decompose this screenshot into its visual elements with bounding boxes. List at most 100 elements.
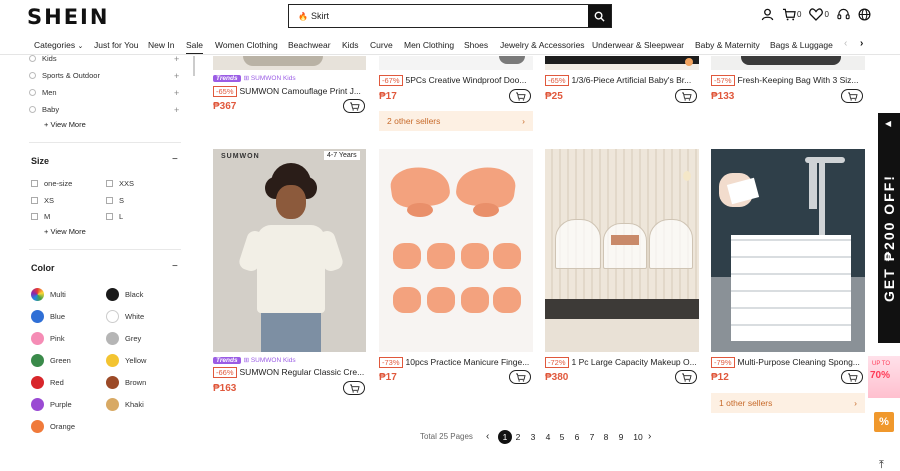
product-image[interactable]: [545, 56, 699, 70]
product-title-row[interactable]: -65% 1/3/6-Piece Artificial Baby's Br...: [545, 75, 699, 86]
size-option[interactable]: M: [31, 212, 50, 221]
nav-item[interactable]: New In: [148, 40, 174, 50]
product-image[interactable]: [213, 56, 366, 70]
collapse-arrow-icon[interactable]: ◀: [885, 119, 891, 128]
color-option[interactable]: Blue: [31, 310, 65, 323]
support-button[interactable]: [837, 8, 850, 21]
sidebar-category[interactable]: Men: [29, 88, 57, 97]
category-view-more[interactable]: + View More: [44, 120, 86, 129]
collapse-icon[interactable]: −: [172, 154, 178, 165]
nav-item[interactable]: Jewelry & Accessories: [500, 40, 585, 50]
expand-icon[interactable]: +: [174, 105, 179, 115]
sidebar-category[interactable]: Kids: [29, 54, 57, 63]
logo[interactable]: SHEIN: [27, 5, 109, 29]
page-1[interactable]: 1: [498, 430, 512, 444]
size-title[interactable]: Size: [31, 156, 49, 166]
add-to-cart-button[interactable]: [343, 381, 365, 395]
sidebar-category[interactable]: Baby: [29, 105, 59, 114]
page-7[interactable]: 7: [586, 432, 598, 442]
prev-page-icon[interactable]: ‹: [486, 431, 489, 442]
size-option[interactable]: XS: [31, 196, 54, 205]
promo-banner[interactable]: ◀ GET ₱200 OFF!: [878, 113, 900, 343]
product-title-row[interactable]: -57% Fresh-Keeping Bag With 3 Siz...: [711, 75, 865, 86]
product-title-row[interactable]: -65% SUMWON Camouflage Print J...: [213, 86, 366, 97]
product-image[interactable]: [545, 149, 699, 352]
product-image[interactable]: [379, 56, 533, 70]
page-5[interactable]: 5: [556, 432, 568, 442]
add-to-cart-button[interactable]: [343, 99, 365, 113]
size-option[interactable]: XXS: [106, 179, 134, 188]
size-option[interactable]: L: [106, 212, 123, 221]
nav-item-sale[interactable]: Sale: [186, 40, 204, 54]
color-option[interactable]: White: [106, 310, 144, 323]
expand-icon[interactable]: +: [174, 71, 179, 81]
page-9[interactable]: 9: [615, 432, 627, 442]
add-to-cart-button[interactable]: [675, 89, 697, 103]
nav-prev-icon[interactable]: ‹: [844, 38, 847, 49]
color-option[interactable]: Purple: [31, 398, 72, 411]
color-option[interactable]: Black: [106, 288, 143, 301]
collapse-icon[interactable]: −: [172, 261, 178, 272]
add-to-cart-button[interactable]: [841, 370, 863, 384]
nav-item[interactable]: Shoes: [464, 40, 488, 50]
size-option[interactable]: one-size: [31, 179, 72, 188]
add-to-cart-button[interactable]: [841, 89, 863, 103]
color-option[interactable]: Pink: [31, 332, 65, 345]
nav-categories[interactable]: Categories ⌄: [34, 40, 83, 50]
page-2[interactable]: 2: [512, 432, 524, 442]
add-to-cart-button[interactable]: [509, 370, 531, 384]
page-8[interactable]: 8: [600, 432, 612, 442]
floating-ad[interactable]: UP TO 70%: [868, 356, 900, 398]
nav-item[interactable]: Just for You: [94, 40, 138, 50]
color-option[interactable]: Brown: [106, 376, 146, 389]
product-title-row[interactable]: -79% Multi-Purpose Cleaning Spong...: [711, 357, 865, 368]
search-button[interactable]: [588, 5, 611, 27]
color-option[interactable]: Yellow: [106, 354, 146, 367]
search-input[interactable]: 🔥 Skirt: [289, 5, 588, 27]
back-to-top-icon[interactable]: ⤒: [879, 459, 884, 471]
product-image[interactable]: [711, 56, 865, 70]
nav-item[interactable]: Men Clothing: [404, 40, 454, 50]
nav-item[interactable]: Kids: [342, 40, 359, 50]
cart-button[interactable]: 0: [782, 8, 801, 21]
color-title[interactable]: Color: [31, 263, 55, 273]
product-image[interactable]: [379, 149, 533, 352]
sidebar-scrollbar[interactable]: [193, 56, 195, 76]
add-to-cart-button[interactable]: [675, 370, 697, 384]
nav-item[interactable]: Beachwear: [288, 40, 331, 50]
page-10[interactable]: 10: [630, 432, 646, 442]
nav-item[interactable]: Underwear & Sleepwear: [592, 40, 684, 50]
other-sellers-button[interactable]: 2 other sellers ›: [379, 111, 533, 131]
expand-icon[interactable]: +: [174, 54, 179, 64]
page-6[interactable]: 6: [571, 432, 583, 442]
color-option[interactable]: Red: [31, 376, 64, 389]
nav-item[interactable]: Baby & Maternity: [695, 40, 760, 50]
next-page-icon[interactable]: ›: [648, 431, 651, 442]
color-option[interactable]: Grey: [106, 332, 141, 345]
other-sellers-button[interactable]: 1 other sellers ›: [711, 393, 865, 413]
account-button[interactable]: [761, 8, 774, 21]
product-title-row[interactable]: -67% 5PCs Creative Windproof Doo...: [379, 75, 533, 86]
page-3[interactable]: 3: [527, 432, 539, 442]
color-option[interactable]: Orange: [31, 420, 75, 433]
coupon-icon[interactable]: %: [874, 412, 894, 432]
size-view-more[interactable]: + View More: [44, 227, 86, 236]
size-option[interactable]: S: [106, 196, 124, 205]
color-option[interactable]: Green: [31, 354, 71, 367]
product-image[interactable]: [711, 149, 865, 352]
product-title-row[interactable]: -66% SUMWON Regular Classic Cre...: [213, 367, 366, 378]
nav-item[interactable]: Bags & Luggage: [770, 40, 833, 50]
nav-next-icon[interactable]: ›: [860, 38, 863, 49]
expand-icon[interactable]: +: [174, 88, 179, 98]
product-title-row[interactable]: -72% 1 Pc Large Capacity Makeup O...: [545, 357, 699, 368]
language-button[interactable]: [858, 8, 871, 21]
page-4[interactable]: 4: [542, 432, 554, 442]
product-title-row[interactable]: -73% 10pcs Practice Manicure Finge...: [379, 357, 533, 368]
color-option[interactable]: Multi: [31, 288, 66, 301]
nav-item[interactable]: Curve: [370, 40, 393, 50]
sidebar-category[interactable]: Sports & Outdoor: [29, 71, 100, 80]
product-image[interactable]: SUMWON: [213, 149, 366, 352]
wishlist-button[interactable]: 0: [809, 8, 829, 21]
nav-item[interactable]: Women Clothing: [215, 40, 278, 50]
color-option[interactable]: Khaki: [106, 398, 144, 411]
